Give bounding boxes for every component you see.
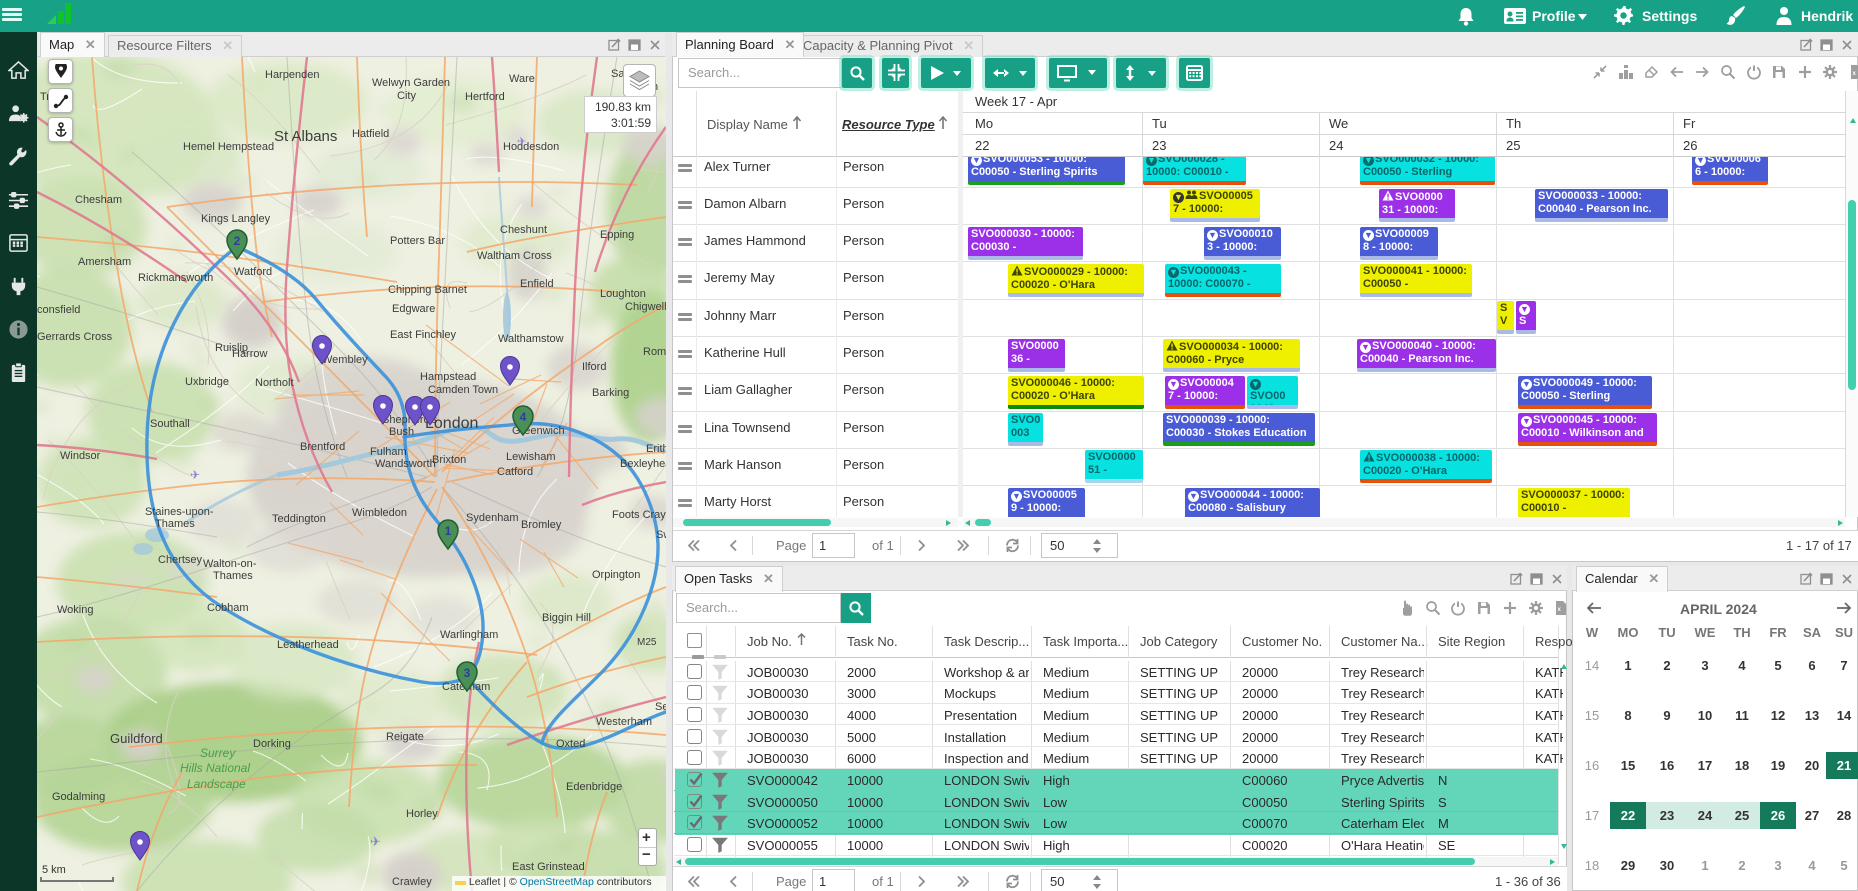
svg-text:2: 2	[234, 234, 241, 248]
svg-text:Cheshunt: Cheshunt	[500, 224, 547, 236]
svg-text:Harrow: Harrow	[232, 348, 268, 360]
svg-text:Thames: Thames	[213, 570, 253, 582]
svg-text:Reigate: Reigate	[386, 731, 424, 743]
svg-text:Amersham: Amersham	[78, 256, 131, 268]
svg-text:St Albans: St Albans	[274, 128, 337, 145]
svg-text:Chertsey: Chertsey	[158, 554, 203, 566]
svg-text:Foots Cray: Foots Cray	[612, 509, 666, 521]
svg-text:Woking: Woking	[57, 604, 93, 616]
svg-text:Windsor: Windsor	[60, 450, 101, 462]
svg-text:Loughton: Loughton	[600, 288, 646, 300]
svg-text:Guildford: Guildford	[110, 731, 163, 746]
svg-text:Rickmansworth: Rickmansworth	[138, 272, 213, 284]
svg-text:Northolt: Northolt	[255, 377, 294, 389]
svg-text:3: 3	[464, 666, 471, 680]
svg-text:Brixton: Brixton	[432, 454, 466, 466]
svg-text:M25: M25	[637, 637, 657, 648]
svg-text:Walthamstow: Walthamstow	[498, 333, 564, 345]
svg-text:Thames: Thames	[155, 518, 195, 530]
svg-text:East Grinstead: East Grinstead	[512, 861, 585, 873]
svg-text:Seveno: Seveno	[655, 701, 666, 713]
svg-text:Wandsworth: Wandsworth	[375, 458, 436, 470]
svg-text:Biggin Hill: Biggin Hill	[542, 612, 591, 624]
svg-text:Leatherhead: Leatherhead	[277, 639, 339, 651]
svg-text:Ilford: Ilford	[582, 361, 606, 373]
svg-text:✈: ✈	[370, 834, 381, 849]
svg-text:East Finchley: East Finchley	[390, 329, 457, 341]
svg-text:Bush: Bush	[389, 426, 414, 438]
svg-text:Ware: Ware	[509, 73, 535, 85]
svg-text:Wembley: Wembley	[322, 354, 368, 366]
svg-text:Uxbridge: Uxbridge	[185, 376, 229, 388]
svg-text:Edgware: Edgware	[392, 303, 435, 315]
svg-text:Staines-upon-: Staines-upon-	[145, 506, 214, 518]
svg-text:Potters Bar: Potters Bar	[390, 235, 445, 247]
svg-text:Edenbridge: Edenbridge	[566, 781, 622, 793]
svg-text:Hoddesdon: Hoddesdon	[503, 141, 559, 153]
svg-text:Godalming: Godalming	[52, 791, 105, 803]
svg-text:Dorking: Dorking	[253, 738, 291, 750]
svg-text:1: 1	[445, 524, 452, 538]
svg-text:Gerrards Cross: Gerrards Cross	[37, 331, 113, 343]
svg-text:Bromley: Bromley	[521, 519, 562, 531]
svg-text:Welwyn Garden: Welwyn Garden	[372, 77, 450, 89]
svg-text:Southall: Southall	[150, 418, 190, 430]
svg-text:Bexleyheath: Bexleyheath	[620, 458, 666, 470]
svg-text:Erith: Erith	[646, 443, 666, 455]
svg-text:consfield: consfield	[37, 304, 80, 316]
svg-text:Kings Langley: Kings Langley	[201, 213, 271, 225]
svg-text:Landscape: Landscape	[187, 777, 246, 791]
svg-text:Chipping Barnet: Chipping Barnet	[388, 284, 467, 296]
svg-text:Catford: Catford	[497, 466, 533, 478]
svg-text:Romford: Romford	[643, 346, 666, 358]
svg-text:Barking: Barking	[592, 387, 629, 399]
svg-text:Camden Town: Camden Town	[428, 384, 498, 396]
svg-text:Orpington: Orpington	[592, 569, 640, 581]
svg-text:Crawley: Crawley	[392, 876, 432, 888]
svg-text:Hertford: Hertford	[465, 91, 505, 103]
svg-text:Hills National: Hills National	[180, 761, 250, 775]
svg-text:Chigwell: Chigwell	[625, 301, 666, 313]
svg-text:Teddington: Teddington	[272, 513, 326, 525]
svg-text:Swanley: Swanley	[656, 529, 666, 541]
svg-text:Fulham: Fulham	[370, 446, 407, 458]
svg-text:Hatfield: Hatfield	[352, 128, 389, 140]
svg-text:City: City	[397, 90, 416, 102]
svg-text:Epping: Epping	[600, 229, 634, 241]
svg-text:Surrey: Surrey	[200, 746, 236, 760]
svg-text:Waltham Cross: Waltham Cross	[477, 250, 552, 262]
svg-text:Lewisham: Lewisham	[506, 451, 556, 463]
svg-text:Cobham: Cobham	[207, 602, 249, 614]
svg-text:Watford: Watford	[234, 266, 272, 278]
svg-text:Oxted: Oxted	[556, 738, 585, 750]
svg-text:Wimbledon: Wimbledon	[352, 507, 407, 519]
svg-text:Hampstead: Hampstead	[420, 371, 476, 383]
svg-text:Walton-on-: Walton-on-	[203, 558, 257, 570]
svg-text:4: 4	[520, 410, 527, 424]
svg-text:Enfield: Enfield	[520, 278, 554, 290]
svg-text:✈: ✈	[190, 468, 200, 482]
svg-text:Warlingham: Warlingham	[440, 629, 498, 641]
svg-text:✈: ✈	[517, 136, 526, 148]
svg-text:Westerham: Westerham	[596, 716, 652, 728]
svg-text:Sydenham: Sydenham	[466, 512, 519, 524]
svg-text:Horley: Horley	[406, 808, 438, 820]
svg-text:Brentford: Brentford	[300, 441, 345, 453]
svg-text:Chesham: Chesham	[75, 194, 122, 206]
svg-text:Harpenden: Harpenden	[265, 69, 319, 81]
svg-text:Hemel Hempstead: Hemel Hempstead	[183, 141, 274, 153]
